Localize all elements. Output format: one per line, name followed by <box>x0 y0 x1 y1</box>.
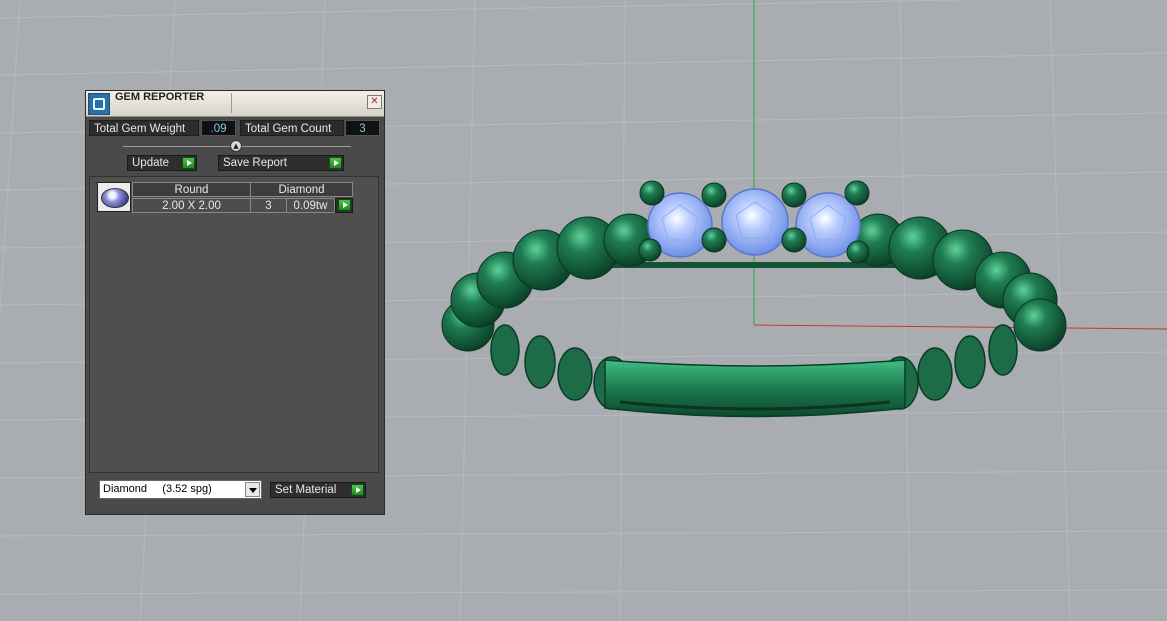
total-gem-weight-value: .09 <box>201 120 236 136</box>
material-select-value: Diamond (3.52 spg) <box>103 483 212 495</box>
center-gems[interactable] <box>647 188 861 258</box>
gem-material: Diamond <box>250 182 353 197</box>
total-gem-count-label: Total Gem Count <box>240 120 344 136</box>
gem-shape: Round <box>132 182 251 197</box>
save-report-button[interactable]: Save Report <box>218 155 344 171</box>
gem-size: 2.00 X 2.00 <box>132 198 251 213</box>
play-arrow-icon <box>338 199 351 211</box>
update-button-label: Update <box>132 157 170 169</box>
collapse-toggle[interactable]: ▲ <box>230 140 242 152</box>
play-arrow-icon <box>329 157 342 169</box>
chevron-down-icon[interactable] <box>245 482 260 497</box>
total-gem-count-value: 3 <box>345 120 380 136</box>
gem-count: 3 <box>250 198 287 213</box>
panel-titlebar[interactable]: GEM REPORTER ✕ <box>86 91 384 117</box>
total-gem-weight-label: Total Gem Weight <box>89 120 199 136</box>
set-material-button[interactable]: Set Material <box>270 482 366 498</box>
gem-reporter-panel: GEM REPORTER ✕ Total Gem Weight .09 Tota… <box>85 90 385 515</box>
gem-list[interactable]: Round Diamond 2.00 X 2.00 3 0.09tw <box>89 176 379 473</box>
save-report-button-label: Save Report <box>223 157 287 169</box>
play-arrow-icon <box>182 157 195 169</box>
close-icon[interactable]: ✕ <box>367 95 382 109</box>
x-axis-line <box>753 324 1167 330</box>
play-arrow-icon <box>351 484 364 496</box>
panel-title: GEM REPORTER <box>115 91 205 103</box>
gem-weight: 0.09tw <box>286 198 335 213</box>
set-material-button-label: Set Material <box>275 484 337 496</box>
gem-row-go-button[interactable] <box>335 198 353 213</box>
update-button[interactable]: Update <box>127 155 197 171</box>
material-select[interactable]: Diamond (3.52 spg) <box>99 480 262 499</box>
gem-thumbnail-icon <box>97 182 131 212</box>
title-separator <box>231 93 232 113</box>
gem-reporter-icon <box>88 93 110 115</box>
